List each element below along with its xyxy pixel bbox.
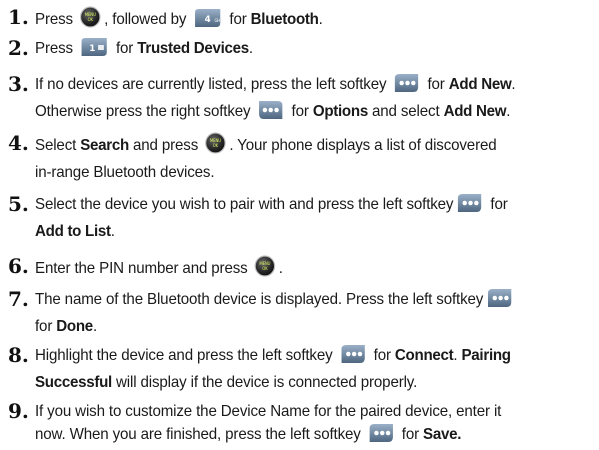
document-page: 1. Press MENU OK, followed by 4 GHI for Bl… (0, 0, 599, 450)
text-line: for Done. (35, 318, 98, 335)
text-line: in-range Bluetooth devices. (35, 164, 215, 181)
step-text: If you wish to customize the Device Name… (35, 400, 576, 450)
text-line: Select the device you wish to pair with … (35, 193, 576, 220)
step-text: Select the device you wish to pair with … (35, 193, 576, 243)
text-line: Successful will display if the device is… (35, 374, 418, 391)
svg-text:OK: OK (88, 17, 94, 22)
left-softkey-icon (340, 344, 367, 371)
menu-ok-button-icon: MENU OK (254, 255, 276, 284)
step-number: 6. (8, 254, 29, 278)
left-softkey-icon (486, 288, 513, 315)
step-text: Press MENU OK, followed by 4 GHI for Bluet… (35, 6, 576, 35)
step-number: 5. (8, 192, 29, 216)
step-text: The name of the Bluetooth device is disp… (35, 288, 576, 338)
step-number: 1. (8, 5, 29, 29)
step-number: 4. (8, 131, 29, 155)
svg-text:OK: OK (263, 266, 269, 271)
step-text: If no devices are currently listed, pres… (35, 73, 576, 127)
svg-text:4: 4 (205, 15, 211, 25)
left-softkey-icon (393, 73, 420, 100)
text-line: Add to List. (35, 223, 115, 240)
menu-ok-button-icon: MENU OK (205, 132, 227, 161)
step-number: 3. (8, 72, 29, 96)
left-softkey-icon (456, 193, 483, 220)
menu-ok-button-icon: MENU OK (80, 6, 101, 35)
text-line: Otherwise press the right softkey for Op… (35, 100, 576, 127)
text-line: now. When you are finished, press the le… (35, 423, 576, 450)
step-number: 2. (8, 36, 29, 60)
text-line: The name of the Bluetooth device is disp… (35, 288, 576, 315)
step-number: 7. (8, 287, 29, 311)
svg-text:1: 1 (90, 44, 96, 54)
right-softkey-icon (257, 100, 284, 127)
svg-text:GHI: GHI (215, 18, 222, 23)
key-4-icon: 4 GHI (193, 8, 222, 35)
key-1-icon: 1 (80, 37, 109, 64)
step-text: Highlight the device and press the left … (35, 344, 576, 394)
svg-text:OK: OK (213, 143, 219, 148)
text-line: Select Search and press MENU OK. Your pho… (35, 132, 576, 161)
step-number: 9. (8, 399, 29, 423)
step-text: Press 1 for Trusted Devices. (35, 37, 576, 64)
step-text: Enter the PIN number and press MENU OK. (35, 255, 576, 284)
step-text: Select Search and press MENU OK. Your pho… (35, 132, 576, 184)
text-line: If you wish to customize the Device Name… (35, 403, 502, 420)
text-line: Highlight the device and press the left … (35, 344, 576, 371)
text-line: If no devices are currently listed, pres… (35, 73, 576, 100)
left-softkey-icon (368, 423, 395, 450)
step-number: 8. (8, 343, 29, 367)
